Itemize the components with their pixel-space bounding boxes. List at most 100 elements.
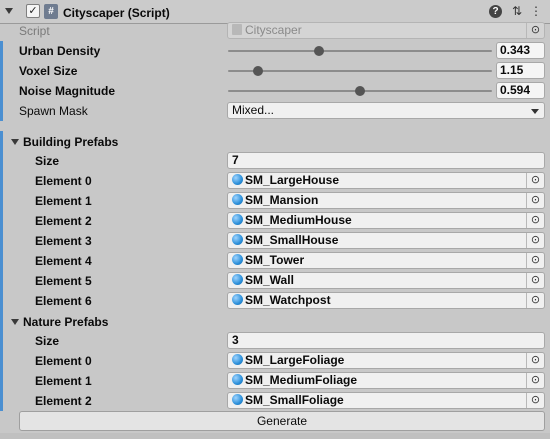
list-item: Element 6 SM_Watchpost ⊙ [0, 291, 550, 311]
help-icon[interactable]: ? [489, 5, 502, 18]
list-item: Element 1 SM_MediumFoliage ⊙ [0, 371, 550, 391]
object-picker-icon: ⊙ [526, 23, 544, 38]
object-picker-icon[interactable]: ⊙ [526, 233, 544, 248]
script-file-icon [232, 24, 242, 35]
inspector-bottom-edge [0, 433, 550, 439]
object-picker-icon[interactable]: ⊙ [526, 253, 544, 268]
slider-row-voxel-size: Voxel Size 1.15 [0, 61, 550, 81]
foldout-arrow-icon[interactable] [11, 139, 19, 145]
spawn-mask-dropdown[interactable]: Mixed... [227, 102, 545, 119]
noise-magnitude-input[interactable]: 0.594 [496, 82, 545, 99]
noise-magnitude-slider-thumb[interactable] [355, 86, 365, 96]
object-field-value: SM_Tower [245, 253, 305, 267]
object-field[interactable]: SM_Watchpost ⊙ [227, 292, 545, 309]
spawn-mask-value: Mixed... [232, 103, 275, 117]
list-item: Element 2 SM_MediumHouse ⊙ [0, 211, 550, 231]
slider-row-noise-magnitude: Noise Magnitude 0.594 [0, 81, 550, 101]
spawn-mask-label: Spawn Mask [19, 104, 88, 118]
object-picker-icon[interactable]: ⊙ [526, 353, 544, 368]
voxel-size-input[interactable]: 1.15 [496, 62, 545, 79]
element-label: Element 3 [35, 234, 92, 248]
object-field-value: SM_MediumHouse [245, 213, 352, 227]
script-value: Cityscaper [245, 23, 302, 37]
spawn-mask-row: Spawn Mask Mixed... [0, 101, 550, 121]
chevron-down-icon [531, 109, 539, 114]
list-item: Element 5 SM_Wall ⊙ [0, 271, 550, 291]
mesh-prefab-icon [232, 374, 243, 385]
mesh-prefab-icon [232, 394, 243, 405]
object-field-value: SM_Mansion [245, 193, 319, 207]
mesh-prefab-icon [232, 274, 243, 285]
building-size-label: Size [35, 154, 60, 168]
foldout-arrow-icon[interactable] [5, 8, 13, 14]
context-menu-icon[interactable]: ⋮ [529, 4, 543, 18]
nature-size-label: Size [35, 334, 60, 348]
preset-settings-icon[interactable]: ⇅ [510, 4, 524, 18]
object-field[interactable]: SM_MediumFoliage ⊙ [227, 372, 545, 389]
mesh-prefab-icon [232, 214, 243, 225]
object-field[interactable]: SM_LargeHouse ⊙ [227, 172, 545, 189]
object-picker-icon[interactable]: ⊙ [526, 213, 544, 228]
list-item: Element 3 SM_SmallHouse ⊙ [0, 231, 550, 251]
urban-density-input[interactable]: 0.343 [496, 42, 545, 59]
voxel-size-slider-thumb[interactable] [253, 66, 264, 76]
element-label: Element 4 [35, 254, 92, 268]
element-label: Element 0 [35, 354, 92, 368]
object-picker-icon[interactable]: ⊙ [526, 293, 544, 308]
component-title: Cityscaper (Script) [63, 6, 170, 20]
script-field: Cityscaper ⊙ [227, 22, 545, 39]
noise-magnitude-label: Noise Magnitude [19, 84, 116, 98]
object-field[interactable]: SM_SmallHouse ⊙ [227, 232, 545, 249]
mesh-prefab-icon [232, 174, 243, 185]
mesh-prefab-icon [232, 294, 243, 305]
mesh-prefab-icon [232, 254, 243, 265]
object-field[interactable]: SM_Mansion ⊙ [227, 192, 545, 209]
object-picker-icon[interactable]: ⊙ [526, 273, 544, 288]
object-picker-icon[interactable]: ⊙ [526, 173, 544, 188]
enabled-checkbox[interactable]: ✓ [26, 4, 40, 18]
object-field[interactable]: SM_SmallFoliage ⊙ [227, 392, 545, 409]
building-prefabs-label: Building Prefabs [23, 135, 119, 149]
list-item: Element 0 SM_LargeFoliage ⊙ [0, 351, 550, 371]
object-field[interactable]: SM_Wall ⊙ [227, 272, 545, 289]
object-field[interactable]: SM_LargeFoliage ⊙ [227, 352, 545, 369]
building-prefabs-foldout[interactable]: Building Prefabs [0, 132, 550, 152]
element-label: Element 6 [35, 294, 92, 308]
script-label: Script [19, 24, 50, 38]
generate-button[interactable]: Generate [19, 411, 545, 431]
element-label: Element 1 [35, 194, 92, 208]
object-picker-icon[interactable]: ⊙ [526, 393, 544, 408]
voxel-size-slider-track[interactable] [228, 70, 492, 72]
building-size-input[interactable]: 7 [227, 152, 545, 169]
object-field-value: SM_Watchpost [245, 293, 331, 307]
foldout-arrow-icon[interactable] [11, 319, 19, 325]
object-field-value: SM_SmallFoliage [245, 393, 344, 407]
object-field[interactable]: SM_Tower ⊙ [227, 252, 545, 269]
list-item: Element 4 SM_Tower ⊙ [0, 251, 550, 271]
element-label: Element 2 [35, 214, 92, 228]
object-picker-icon[interactable]: ⊙ [526, 193, 544, 208]
object-picker-icon[interactable]: ⊙ [526, 373, 544, 388]
object-field[interactable]: SM_MediumHouse ⊙ [227, 212, 545, 229]
list-item: Element 0 SM_LargeHouse ⊙ [0, 171, 550, 191]
mesh-prefab-icon [232, 234, 243, 245]
object-field-value: SM_MediumFoliage [245, 373, 358, 387]
urban-density-slider-track[interactable] [228, 50, 492, 52]
nature-size-row: Size 3 [0, 331, 550, 351]
element-label: Element 0 [35, 174, 92, 188]
urban-density-label: Urban Density [19, 44, 101, 58]
building-size-row: Size 7 [0, 151, 550, 171]
element-label: Element 5 [35, 274, 92, 288]
list-item: Element 1 SM_Mansion ⊙ [0, 191, 550, 211]
nature-prefabs-label: Nature Prefabs [23, 315, 109, 329]
object-field-value: SM_Wall [245, 273, 294, 287]
voxel-size-label: Voxel Size [19, 64, 78, 78]
nature-prefabs-foldout[interactable]: Nature Prefabs [0, 312, 550, 332]
element-label: Element 1 [35, 374, 92, 388]
object-field-value: SM_LargeHouse [245, 173, 340, 187]
element-label: Element 2 [35, 394, 92, 408]
slider-row-urban-density: Urban Density 0.343 [0, 41, 550, 61]
urban-density-slider-thumb[interactable] [313, 46, 324, 56]
nature-size-input[interactable]: 3 [227, 332, 545, 349]
script-icon: # [44, 4, 58, 19]
